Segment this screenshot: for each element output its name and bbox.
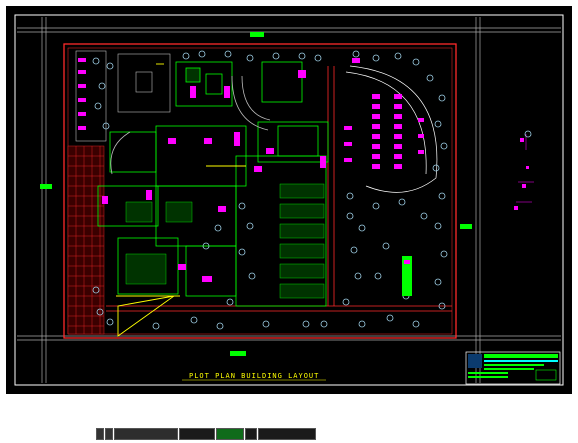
- yellow-lines: [116, 63, 246, 337]
- tab-layout-4[interactable]: [258, 428, 316, 440]
- tab-layout-2[interactable]: [216, 428, 244, 440]
- road-tags: [40, 32, 472, 356]
- parking-stalls: [344, 58, 424, 169]
- site-plan-drawing: [14, 14, 564, 386]
- ne-annotations: [402, 256, 412, 296]
- drawing-title: PLOT PLAN BUILDING LAYOUT: [189, 372, 320, 380]
- tab-nav-next[interactable]: [105, 428, 113, 440]
- nw-magenta: [78, 58, 86, 130]
- tab-model[interactable]: [114, 428, 178, 440]
- tab-layout-3[interactable]: [245, 428, 257, 440]
- east-parking: [345, 65, 438, 193]
- layout-tab-bar: [0, 420, 578, 443]
- west-parking-hatch: [67, 145, 105, 335]
- cad-drawing-viewport[interactable]: PLOT PLAN BUILDING LAYOUT: [6, 6, 572, 394]
- tab-nav-prev[interactable]: [96, 428, 104, 440]
- tab-layout-1[interactable]: [179, 428, 215, 440]
- layout-tabs: [96, 428, 317, 440]
